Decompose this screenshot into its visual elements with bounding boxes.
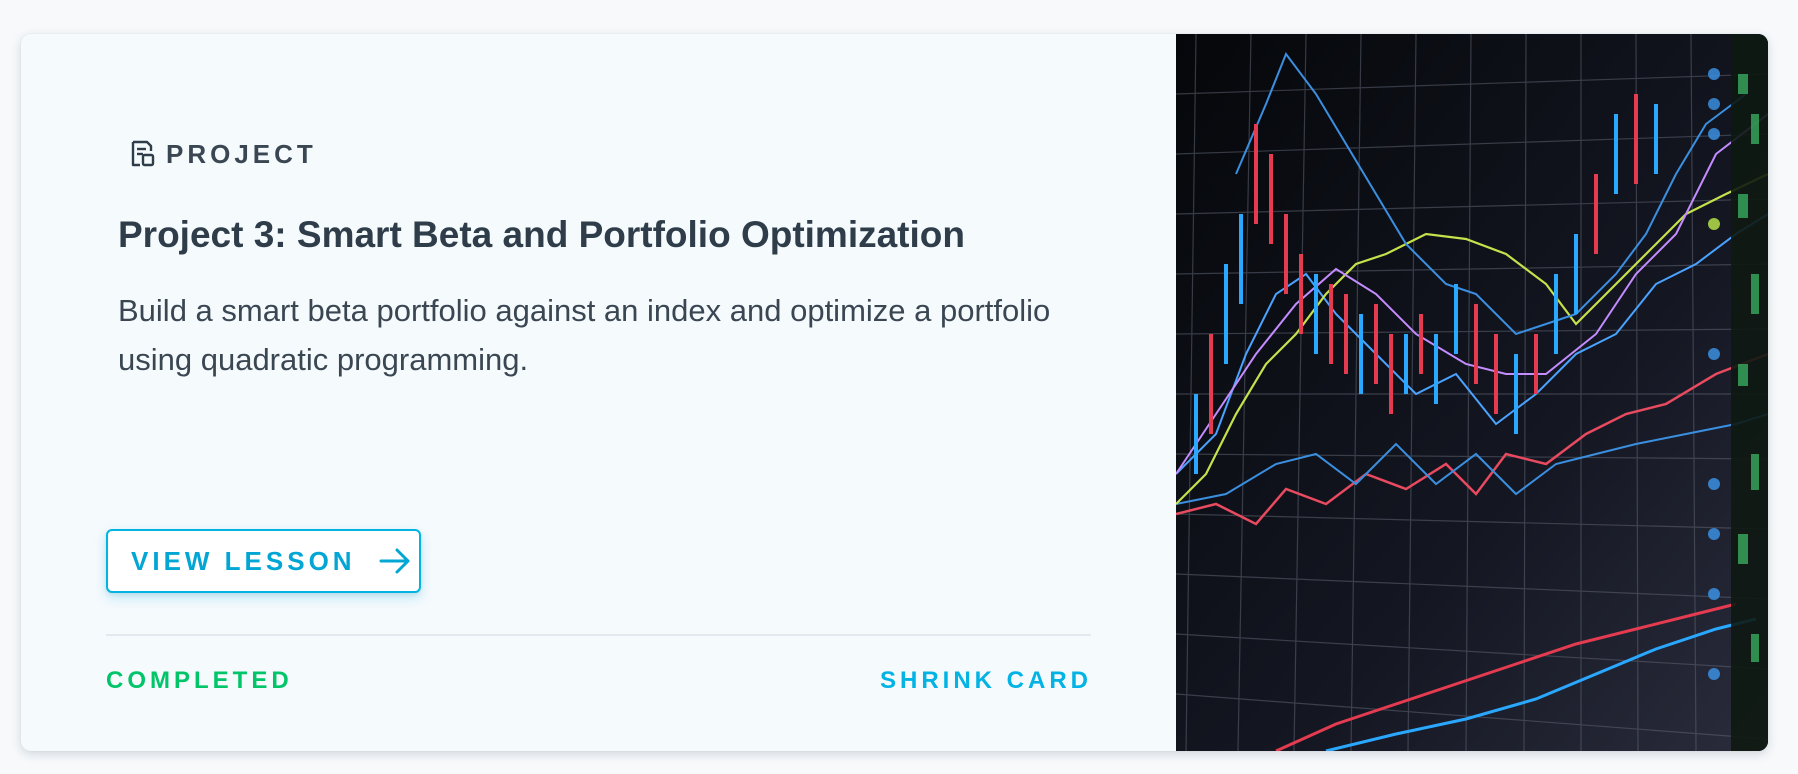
card-content: PROJECT Project 3: Smart Beta and Portfo… (21, 34, 1176, 751)
card-title: Project 3: Smart Beta and Portfolio Opti… (118, 214, 965, 255)
card-divider (106, 634, 1091, 636)
card-type-text: PROJECT (166, 138, 317, 169)
card-image (1176, 34, 1768, 751)
view-lesson-label: VIEW LESSON (131, 545, 356, 576)
completion-status: COMPLETED (106, 667, 293, 694)
card-type-label: PROJECT (126, 138, 317, 170)
view-lesson-button[interactable]: VIEW LESSON (106, 529, 421, 593)
card-summary: Build a smart beta portfolio against an … (118, 293, 1051, 377)
project-document-icon (126, 138, 158, 170)
shrink-card-button[interactable]: SHRINK CARD (880, 667, 1092, 695)
arrow-right-icon (378, 547, 412, 575)
lesson-card: PROJECT Project 3: Smart Beta and Portfo… (21, 34, 1768, 751)
